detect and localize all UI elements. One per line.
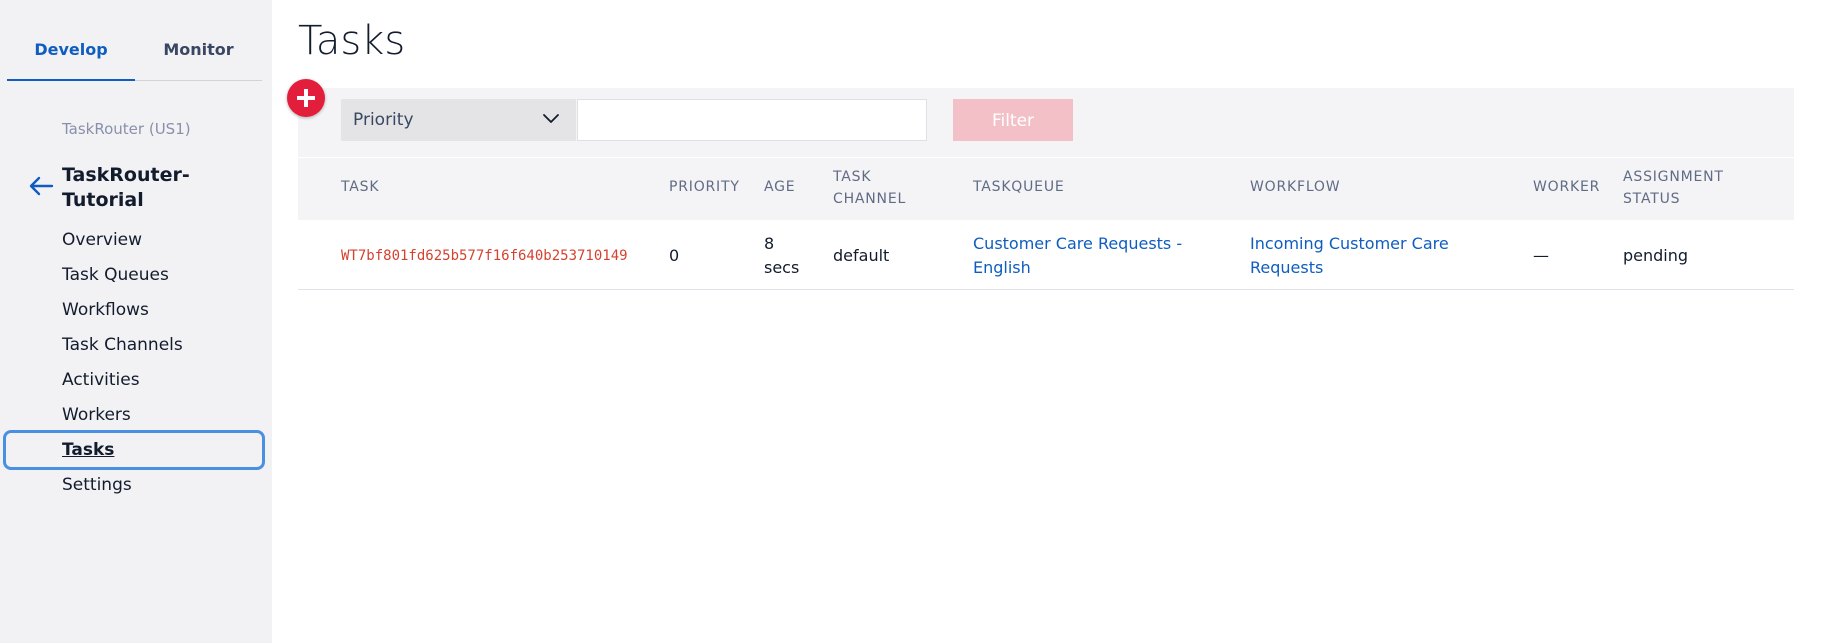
workflow-link[interactable]: Incoming Customer Care Requests: [1250, 232, 1449, 280]
column-header-priority: PRIORITY: [669, 179, 740, 195]
sidebar-item-workers[interactable]: Workers: [62, 405, 131, 425]
task-age-unit: secs: [764, 258, 800, 277]
workflow-link-line1: Incoming Customer Care: [1250, 234, 1449, 253]
sidebar-tabs: Develop Monitor: [7, 30, 262, 81]
column-header-worker: WORKER: [1533, 179, 1601, 195]
column-header-assignment-status: ASSIGNMENT STATUS: [1623, 166, 1724, 210]
filter-value-input[interactable]: [577, 99, 927, 141]
chevron-down-icon: [543, 114, 559, 123]
taskqueue-link-line1: Customer Care Requests -: [973, 234, 1183, 253]
column-header-task-channel: TASK CHANNEL: [833, 166, 906, 210]
sidebar-item-workflows[interactable]: Workflows: [62, 300, 149, 320]
table-header: TASK PRIORITY AGE TASK CHANNEL TASKQUEUE…: [298, 158, 1794, 220]
sidebar-item-tasks-highlight[interactable]: [3, 430, 265, 470]
plus-circle-icon[interactable]: [287, 79, 325, 117]
back-arrow-icon[interactable]: [28, 175, 54, 197]
sidebar-item-settings[interactable]: Settings: [62, 475, 132, 495]
sidebar-item-task-channels[interactable]: Task Channels: [62, 335, 183, 355]
column-header-task: TASK: [341, 179, 380, 195]
sidebar-item-tasks[interactable]: Tasks: [62, 440, 114, 460]
workflow-link-line2: Requests: [1250, 258, 1324, 277]
column-header-assignment-status-line2: STATUS: [1623, 191, 1681, 207]
task-sid-link[interactable]: WT7bf801fd625b577f16f640b253710149: [341, 244, 628, 268]
task-channel: default: [833, 246, 890, 265]
project-title: TaskRouter-Tutorial: [62, 164, 190, 211]
sidebar: Develop Monitor TaskRouter (US1) TaskRou…: [0, 0, 272, 643]
column-header-workflow: WORKFLOW: [1250, 179, 1341, 195]
sidebar-item-activities[interactable]: Activities: [62, 370, 140, 390]
task-worker: —: [1533, 246, 1549, 265]
tab-monitor[interactable]: Monitor: [135, 30, 262, 80]
task-age-value: 8: [764, 234, 775, 253]
taskqueue-link-line2: English: [973, 258, 1031, 277]
column-header-taskqueue: TASKQUEUE: [973, 179, 1065, 195]
task-assignment-status: pending: [1623, 246, 1689, 265]
page-title: Tasks: [298, 18, 406, 64]
task-priority: 0: [669, 246, 680, 265]
column-header-task-channel-line1: TASK: [833, 169, 872, 185]
column-header-task-channel-line2: CHANNEL: [833, 191, 907, 207]
filter-field-select[interactable]: Priority: [341, 99, 576, 141]
column-header-assignment-status-line1: ASSIGNMENT: [1623, 169, 1724, 185]
task-age: 8 secs: [764, 232, 799, 280]
table-row: WT7bf801fd625b577f16f640b253710149 0 8 s…: [298, 220, 1794, 290]
sidebar-item-overview[interactable]: Overview: [62, 230, 142, 250]
column-header-age: AGE: [764, 179, 796, 195]
sidebar-item-task-queues[interactable]: Task Queues: [62, 265, 169, 285]
tab-develop[interactable]: Develop: [7, 30, 135, 81]
filter-field-select-value: Priority: [353, 110, 414, 130]
filter-button[interactable]: Filter: [953, 99, 1073, 141]
breadcrumb[interactable]: TaskRouter (US1): [62, 120, 191, 138]
taskqueue-link[interactable]: Customer Care Requests - English: [973, 232, 1182, 280]
app: Develop Monitor TaskRouter (US1) TaskRou…: [0, 0, 1844, 643]
